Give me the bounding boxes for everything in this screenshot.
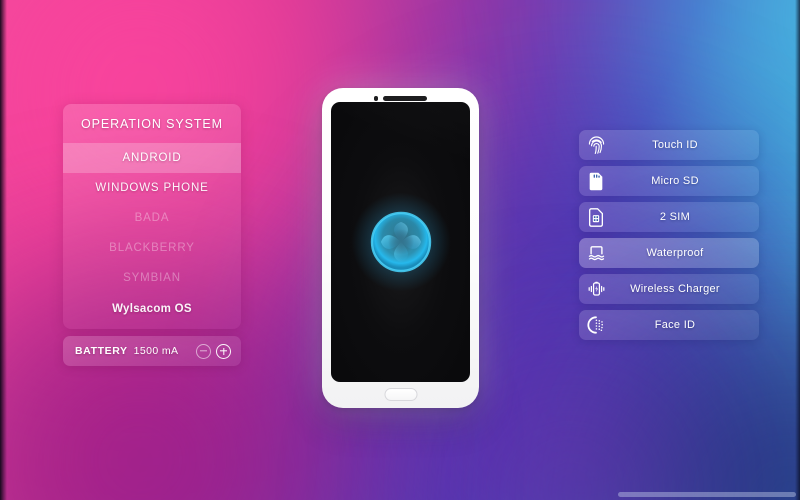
os-option-android[interactable]: ANDROID <box>63 143 241 173</box>
face-id-icon <box>579 316 613 334</box>
sim-card-icon <box>579 207 613 227</box>
left-edge-shadow <box>0 0 7 500</box>
front-camera-icon <box>373 96 379 101</box>
minus-circle-icon[interactable] <box>196 343 211 359</box>
feature-label: Face ID <box>654 319 696 331</box>
app-stage: OPERATION SYSTEM ANDROID WINDOWS PHONE B… <box>0 0 800 500</box>
feature-label: Wireless Charger <box>630 283 720 295</box>
waterproof-icon <box>579 244 613 262</box>
feature-label: Waterproof <box>646 247 704 259</box>
fingerprint-icon <box>579 136 613 155</box>
feature-micro-sd[interactable]: Micro SD <box>579 166 759 196</box>
home-button-icon[interactable] <box>384 388 417 401</box>
glowing-orb-logo-icon <box>350 192 451 292</box>
operation-system-title: OPERATION SYSTEM <box>81 117 223 131</box>
plus-circle-icon[interactable] <box>216 343 231 359</box>
feature-touch-id[interactable]: Touch ID <box>579 130 759 160</box>
sd-card-icon <box>579 172 613 191</box>
feature-label: 2 SIM <box>659 211 691 223</box>
feature-list: Touch ID Micro SD 2 SIM Waterproof Wirel… <box>579 130 759 346</box>
feature-wireless-charger[interactable]: Wireless Charger <box>579 274 759 304</box>
right-edge-shadow <box>795 0 800 500</box>
feature-waterproof[interactable]: Waterproof <box>579 238 759 268</box>
horizontal-scrollbar[interactable] <box>618 492 796 497</box>
battery-control: BATTERY 1500 mA <box>63 336 241 366</box>
wireless-charging-icon <box>579 280 613 298</box>
os-option-bada: BADA <box>134 212 170 224</box>
os-option-blackberry: BLACKBERRY <box>109 242 195 254</box>
battery-label: BATTERY <box>75 345 128 357</box>
os-option-symbian: SYMBIAN <box>123 272 181 284</box>
feature-label: Micro SD <box>651 175 699 187</box>
os-option-windows-phone[interactable]: WINDOWS PHONE <box>63 173 241 203</box>
phone-screen[interactable] <box>331 102 470 382</box>
feature-label: Touch ID <box>652 139 698 151</box>
os-option-wylsacom-os[interactable]: Wylsacom OS <box>63 293 241 329</box>
phone-mockup[interactable] <box>322 88 479 408</box>
earpiece-speaker-icon <box>383 96 428 101</box>
operation-system-panel: OPERATION SYSTEM ANDROID WINDOWS PHONE B… <box>63 104 241 329</box>
battery-value: 1500 mA <box>133 345 179 357</box>
feature-2-sim[interactable]: 2 SIM <box>579 202 759 232</box>
feature-face-id[interactable]: Face ID <box>579 310 759 340</box>
